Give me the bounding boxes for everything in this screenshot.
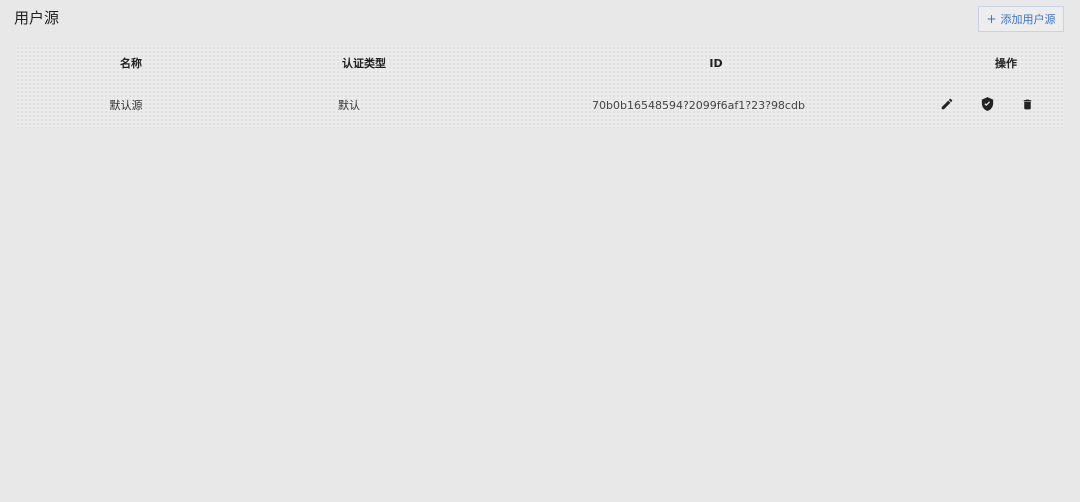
plus-icon: + <box>986 12 997 26</box>
user-source-table: 名称 认证类型 ID 操作 默认源 默认 70b0b16548594?2099f… <box>16 46 1064 128</box>
column-header-auth-type: 认证类型 <box>342 57 386 70</box>
user-source-page: 用户源 + 添加用户源 名称 认证类型 ID 操作 默认源 默认 70b0b16… <box>0 0 1080 502</box>
page-title: 用户源 <box>14 9 60 27</box>
table-header: 名称 认证类型 ID 操作 <box>16 46 1064 80</box>
add-user-source-label: 添加用户源 <box>1000 13 1056 26</box>
cell-auth-type: 默认 <box>338 99 360 112</box>
column-header-actions: 操作 <box>995 57 1017 70</box>
edit-icon[interactable] <box>938 95 956 113</box>
add-user-source-button[interactable]: + 添加用户源 <box>978 6 1064 32</box>
delete-icon[interactable] <box>1018 95 1036 113</box>
cell-id: 70b0b16548594?2099f6af1?23?98cdb <box>592 98 805 112</box>
cell-name: 默认源 <box>109 99 143 112</box>
column-header-name: 名称 <box>120 57 142 70</box>
table-row: 默认源 默认 70b0b16548594?2099f6af1?23?98cdb <box>16 86 1064 124</box>
shield-check-icon[interactable] <box>978 95 996 113</box>
column-header-id: ID <box>709 56 723 70</box>
